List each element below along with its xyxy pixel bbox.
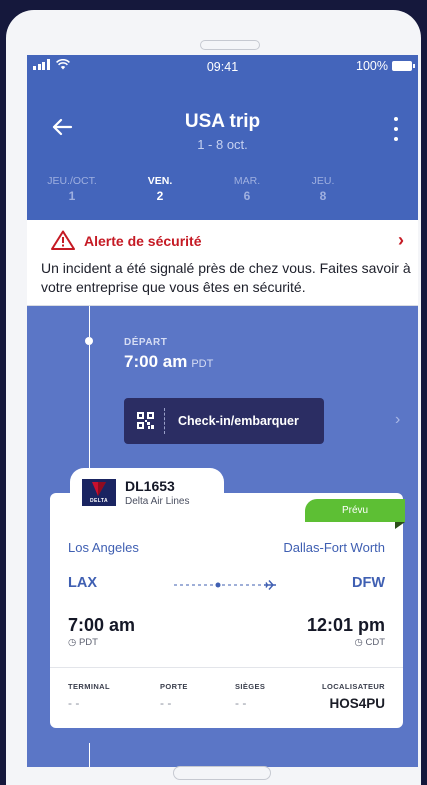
departure-label: DÉPART [124, 337, 168, 348]
day-label: JEU./OCT. [47, 175, 97, 187]
qr-code-icon [137, 412, 154, 429]
locator-label: LOCALISATEUR [322, 682, 385, 691]
flight-header-tab: DELTA DL1653 Delta Air Lines [70, 468, 224, 516]
timeline-dot [85, 337, 93, 345]
origin-city: Los Angeles [68, 540, 139, 555]
gate-label: PORTE [160, 682, 188, 691]
day-label: JEU. [311, 175, 335, 187]
gate-value: - - [160, 696, 172, 710]
trip-dates: 1 - 8 oct. [197, 137, 248, 152]
day-tab-2[interactable]: VEN. 2 [135, 175, 185, 203]
alert-message: Un incident a été signalé près de chez v… [41, 260, 411, 295]
device-speaker [200, 40, 260, 50]
trip-header: 09:41 100% USA trip 1 - 8 oct. JEU./OCT.… [27, 55, 418, 220]
status-bar: 09:41 100% [27, 55, 418, 79]
terminal-value: - - [68, 696, 80, 710]
clock-icon: ◷ [354, 637, 363, 648]
badge-fold [395, 522, 405, 529]
seats-label: SIÈGES [235, 682, 266, 691]
airline-name: Delta Air Lines [125, 496, 190, 507]
destination-city: Dallas-Fort Worth [283, 540, 385, 555]
day-tab-1[interactable]: JEU./OCT. 1 [37, 175, 107, 203]
destination-code: DFW [351, 575, 385, 591]
day-number: 8 [319, 189, 327, 203]
departure-timezone-card: ◷ PDT [68, 637, 98, 648]
terminal-label: TERMINAL [68, 682, 110, 691]
flight-number: DL1653 [125, 478, 175, 494]
warning-icon [51, 230, 75, 250]
page-title: USA trip [184, 111, 261, 132]
delta-logo: DELTA [82, 479, 116, 506]
arrival-time-card: 12:01 pm [306, 615, 385, 635]
timeline-line [89, 345, 90, 473]
alert-title: Alerte de sécurité [84, 233, 202, 249]
departure-time-value: 7:00 am [124, 352, 188, 371]
tz-value: PDT [78, 637, 98, 648]
timeline-line [89, 306, 90, 337]
flight-route-line [174, 580, 276, 590]
checkin-label: Check-in/embarquer [178, 414, 299, 428]
seats-value: - - [235, 696, 247, 710]
locator-value: HOS4PU [329, 696, 385, 711]
chevron-right-icon[interactable]: › [398, 230, 404, 251]
chevron-right-icon[interactable]: › [395, 411, 400, 429]
home-button[interactable] [173, 766, 271, 780]
battery-icon [392, 61, 415, 71]
flight-card[interactable] [50, 493, 403, 728]
app-screen: 09:41 100% USA trip 1 - 8 oct. JEU./OCT.… [27, 55, 418, 767]
day-label: VEN. [147, 175, 173, 187]
battery-percent: 100% [356, 59, 388, 73]
checkin-divider [164, 408, 165, 434]
departure-timezone: PDT [191, 358, 214, 370]
more-options-icon[interactable] [388, 117, 404, 141]
day-tab-8[interactable]: JEU. 8 [303, 175, 343, 203]
clock-icon: ◷ [68, 637, 77, 648]
card-divider [50, 667, 403, 668]
day-tab-6[interactable]: MAR. 6 [222, 175, 272, 203]
day-number: 6 [243, 189, 251, 203]
day-label: MAR. [233, 175, 261, 187]
status-badge: Prévu [305, 499, 405, 522]
origin-code: LAX [68, 575, 97, 591]
logo-text: DELTA [90, 498, 108, 504]
checkin-button[interactable]: Check-in/embarquer [124, 398, 324, 444]
day-number: 1 [68, 189, 76, 203]
timeline-line [89, 743, 90, 767]
security-alert-banner[interactable]: Alerte de sécurité › Un incident a été s… [27, 220, 418, 306]
arrival-timezone-card: ◷ CDT [355, 637, 385, 648]
departure-time-card: 7:00 am [68, 615, 136, 635]
departure-time: 7:00 am PDT [124, 352, 213, 372]
device-frame: 09:41 100% USA trip 1 - 8 oct. JEU./OCT.… [6, 10, 421, 785]
tz-value: CDT [365, 637, 385, 648]
day-number: 2 [156, 189, 164, 203]
